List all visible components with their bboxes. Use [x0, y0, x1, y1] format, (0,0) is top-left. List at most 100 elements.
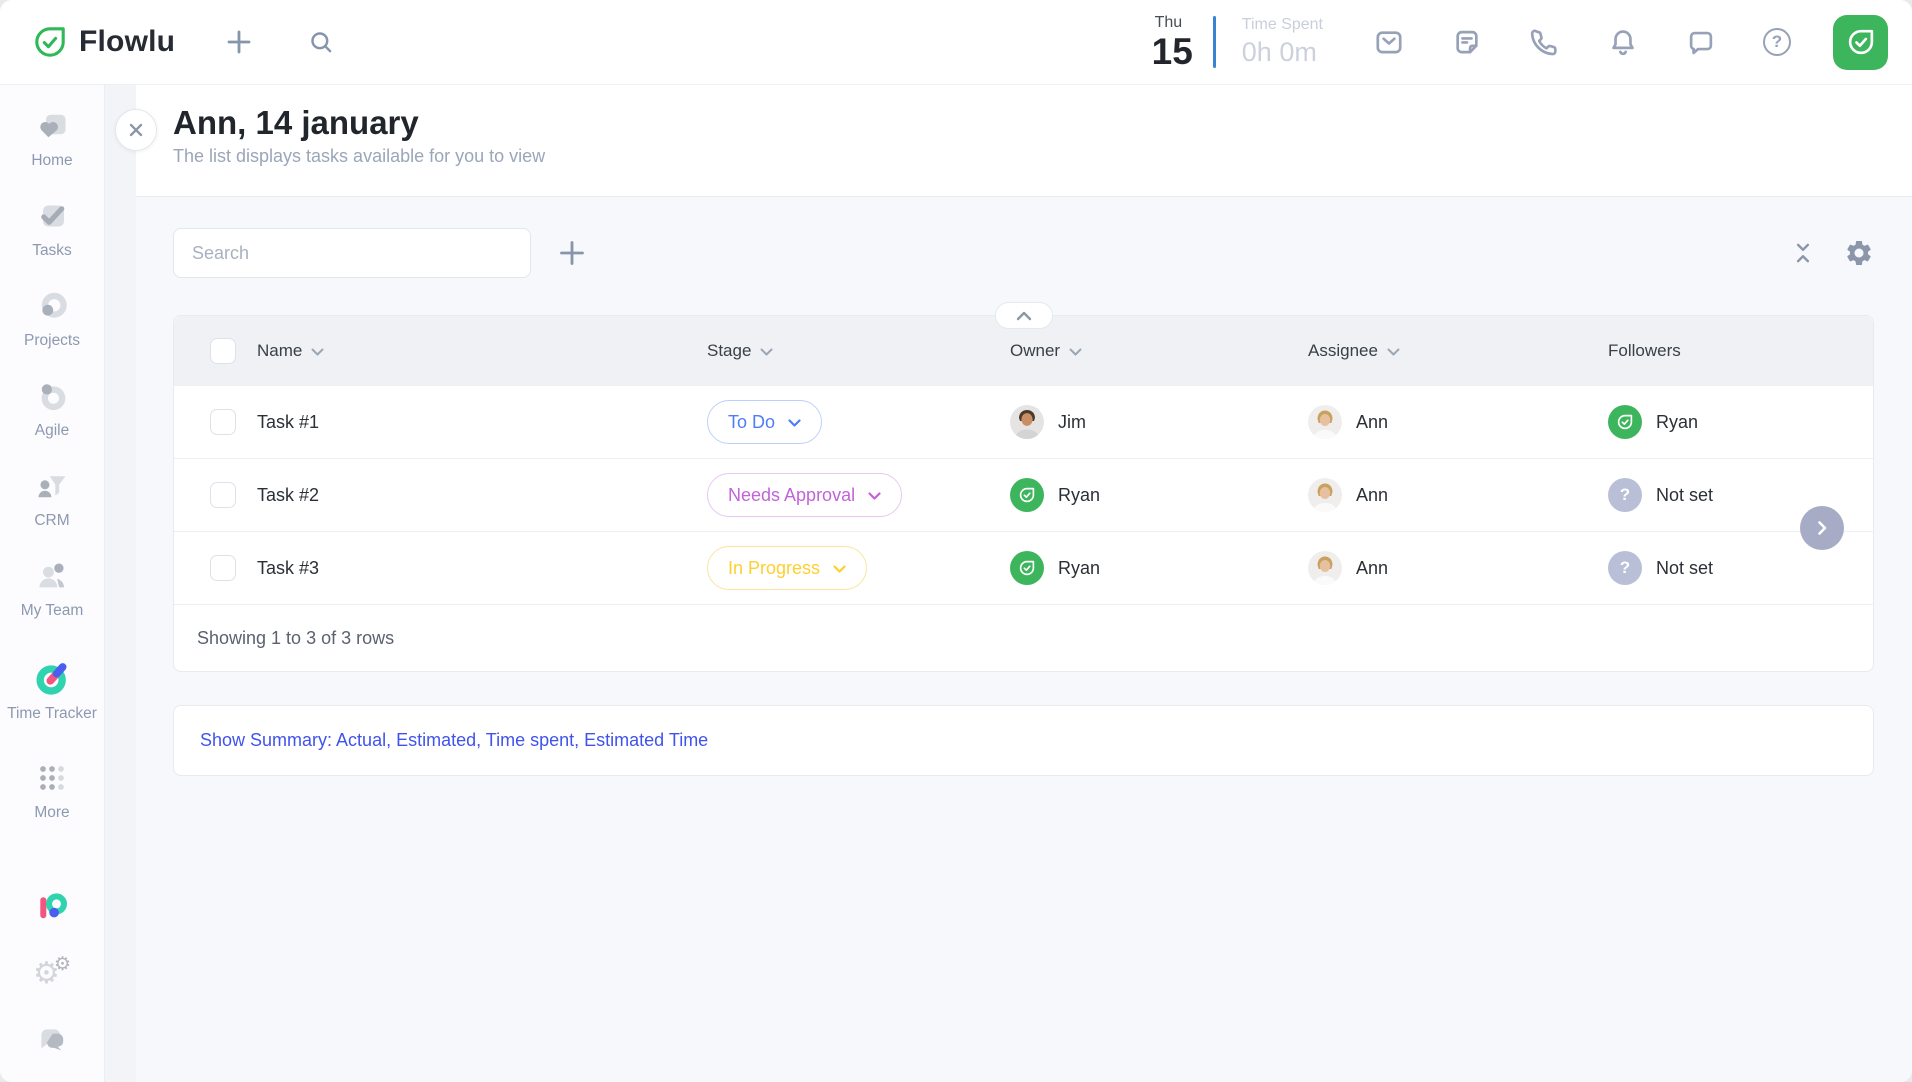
scroll-right-button[interactable] — [1800, 506, 1844, 550]
avatar-flowlu-green — [1010, 478, 1044, 512]
create-new-icon[interactable] — [223, 26, 255, 58]
calls-icon[interactable] — [1529, 26, 1561, 58]
collapse-rows-icon[interactable] — [1790, 240, 1816, 266]
column-header-assignee[interactable]: Assignee — [1308, 341, 1608, 361]
chevron-down-icon — [833, 565, 846, 573]
topbar-right: Thu 15 Time Spent 0h 0m — [1152, 15, 1888, 70]
home-icon — [33, 108, 71, 144]
column-header-name[interactable]: Name — [257, 341, 707, 361]
person-name: Ryan — [1656, 412, 1698, 433]
time-spent-widget[interactable]: Time Spent 0h 0m — [1242, 16, 1323, 68]
person-name: Not set — [1656, 485, 1713, 506]
app-logo-icon[interactable] — [32, 888, 72, 924]
stage-dropdown[interactable]: To Do — [707, 400, 822, 444]
avatar-flowlu-green — [1010, 551, 1044, 585]
chevron-down-icon — [788, 419, 801, 427]
settings-gears-icon[interactable]: ⚙ ⚙ — [33, 955, 71, 991]
column-header-followers: Followers — [1608, 341, 1873, 361]
sidebar-item-label: My Team — [21, 601, 84, 622]
tasks-icon — [33, 198, 71, 234]
avatar-photo-ann — [1308, 405, 1342, 439]
stage-label: In Progress — [728, 558, 820, 579]
time-tracker-icon — [32, 657, 72, 697]
body: Home Tasks Projects Agile — [0, 85, 1912, 1082]
owner-person[interactable]: Ryan — [1010, 551, 1308, 585]
agile-icon — [33, 378, 71, 414]
close-view-button[interactable] — [115, 109, 157, 151]
projects-icon — [33, 288, 71, 324]
question-glyph: ? — [1620, 558, 1630, 578]
row-checkbox[interactable] — [210, 482, 236, 508]
logo-text: Flowlu — [79, 25, 175, 59]
avatar-flowlu-green — [1608, 405, 1642, 439]
feedback-chat-icon[interactable] — [34, 1022, 70, 1056]
chat-icon[interactable] — [1685, 26, 1717, 58]
date-weekday: Thu — [1155, 15, 1183, 31]
follower-person[interactable]: ? Not set — [1608, 478, 1873, 512]
owner-person[interactable]: Ryan — [1010, 478, 1308, 512]
sidebar-item-more[interactable]: More — [0, 755, 104, 829]
global-search-icon[interactable] — [307, 28, 335, 56]
page-subtitle: The list displays tasks available for yo… — [173, 146, 1874, 167]
follower-person[interactable]: ? Not set — [1608, 551, 1873, 585]
sidebar-item-label: Home — [31, 151, 72, 172]
collapse-table-tab[interactable] — [995, 302, 1053, 329]
column-header-owner[interactable]: Owner — [1010, 341, 1308, 361]
person-name: Ryan — [1058, 558, 1100, 579]
show-summary-link[interactable]: Show Summary: Actual, Estimated, Time sp… — [200, 730, 708, 751]
mail-icon[interactable] — [1373, 26, 1405, 58]
task-name-link[interactable]: Task #1 — [257, 412, 707, 433]
sidebar-item-my-team[interactable]: My Team — [0, 553, 104, 627]
topbar-icon-group: ? — [1373, 26, 1791, 58]
stage-dropdown[interactable]: Needs Approval — [707, 473, 902, 517]
time-spent-label: Time Spent — [1242, 16, 1323, 34]
sidebar-item-agile[interactable]: Agile — [0, 373, 104, 447]
sidebar-item-projects[interactable]: Projects — [0, 283, 104, 357]
page-header: Ann, 14 january The list displays tasks … — [136, 85, 1912, 197]
sidebar-item-time-tracker[interactable]: Time Tracker — [0, 643, 104, 739]
time-spent-value: 0h 0m — [1242, 37, 1323, 68]
sidebar-bottom-group: ⚙ ⚙ — [32, 888, 72, 1082]
assignee-person[interactable]: Ann — [1308, 405, 1608, 439]
question-glyph: ? — [1620, 485, 1630, 505]
sidebar-item-home[interactable]: Home — [0, 103, 104, 177]
chevron-right-icon — [1813, 519, 1831, 537]
sidebar-item-label: CRM — [34, 511, 69, 532]
column-header-stage[interactable]: Stage — [707, 341, 1010, 361]
list-settings-gear-icon[interactable] — [1844, 238, 1874, 268]
tasks-table-card: Name Stage Owner — [173, 315, 1874, 672]
date-divider — [1213, 16, 1216, 68]
person-name: Ryan — [1058, 485, 1100, 506]
flowlu-logo[interactable]: Flowlu — [32, 24, 175, 60]
notifications-bell-icon[interactable] — [1607, 26, 1639, 58]
row-checkbox[interactable] — [210, 555, 236, 581]
person-name: Ann — [1356, 412, 1388, 433]
task-name-link[interactable]: Task #3 — [257, 558, 707, 579]
column-label: Assignee — [1308, 341, 1378, 361]
task-name-link[interactable]: Task #2 — [257, 485, 707, 506]
sidebar-item-label: More — [34, 803, 69, 824]
profile-avatar-button[interactable] — [1833, 15, 1888, 70]
stage-dropdown[interactable]: In Progress — [707, 546, 867, 590]
sidebar-item-tasks[interactable]: Tasks — [0, 193, 104, 267]
select-all-checkbox[interactable] — [210, 338, 236, 364]
summary-card: Show Summary: Actual, Estimated, Time sp… — [173, 705, 1874, 776]
assignee-person[interactable]: Ann — [1308, 551, 1608, 585]
flowlu-app-window: Flowlu Thu 15 Time Spent 0h 0m — [0, 0, 1912, 1082]
owner-person[interactable]: Jim — [1010, 405, 1308, 439]
sidebar: Home Tasks Projects Agile — [0, 85, 105, 1082]
sidebar-item-label: Agile — [35, 421, 69, 442]
add-task-button[interactable] — [555, 236, 589, 270]
assignee-person[interactable]: Ann — [1308, 478, 1608, 512]
help-icon[interactable]: ? — [1763, 28, 1791, 56]
sidebar-item-crm[interactable]: CRM — [0, 463, 104, 537]
search-input[interactable] — [173, 228, 531, 278]
follower-person[interactable]: Ryan — [1608, 405, 1873, 439]
notes-icon[interactable] — [1451, 26, 1483, 58]
row-checkbox[interactable] — [210, 409, 236, 435]
person-name: Ann — [1356, 485, 1388, 506]
calendar-date-button[interactable]: Thu 15 — [1152, 15, 1193, 70]
column-label: Stage — [707, 341, 751, 361]
chevron-down-icon — [868, 492, 881, 500]
avatar-not-set: ? — [1608, 478, 1642, 512]
